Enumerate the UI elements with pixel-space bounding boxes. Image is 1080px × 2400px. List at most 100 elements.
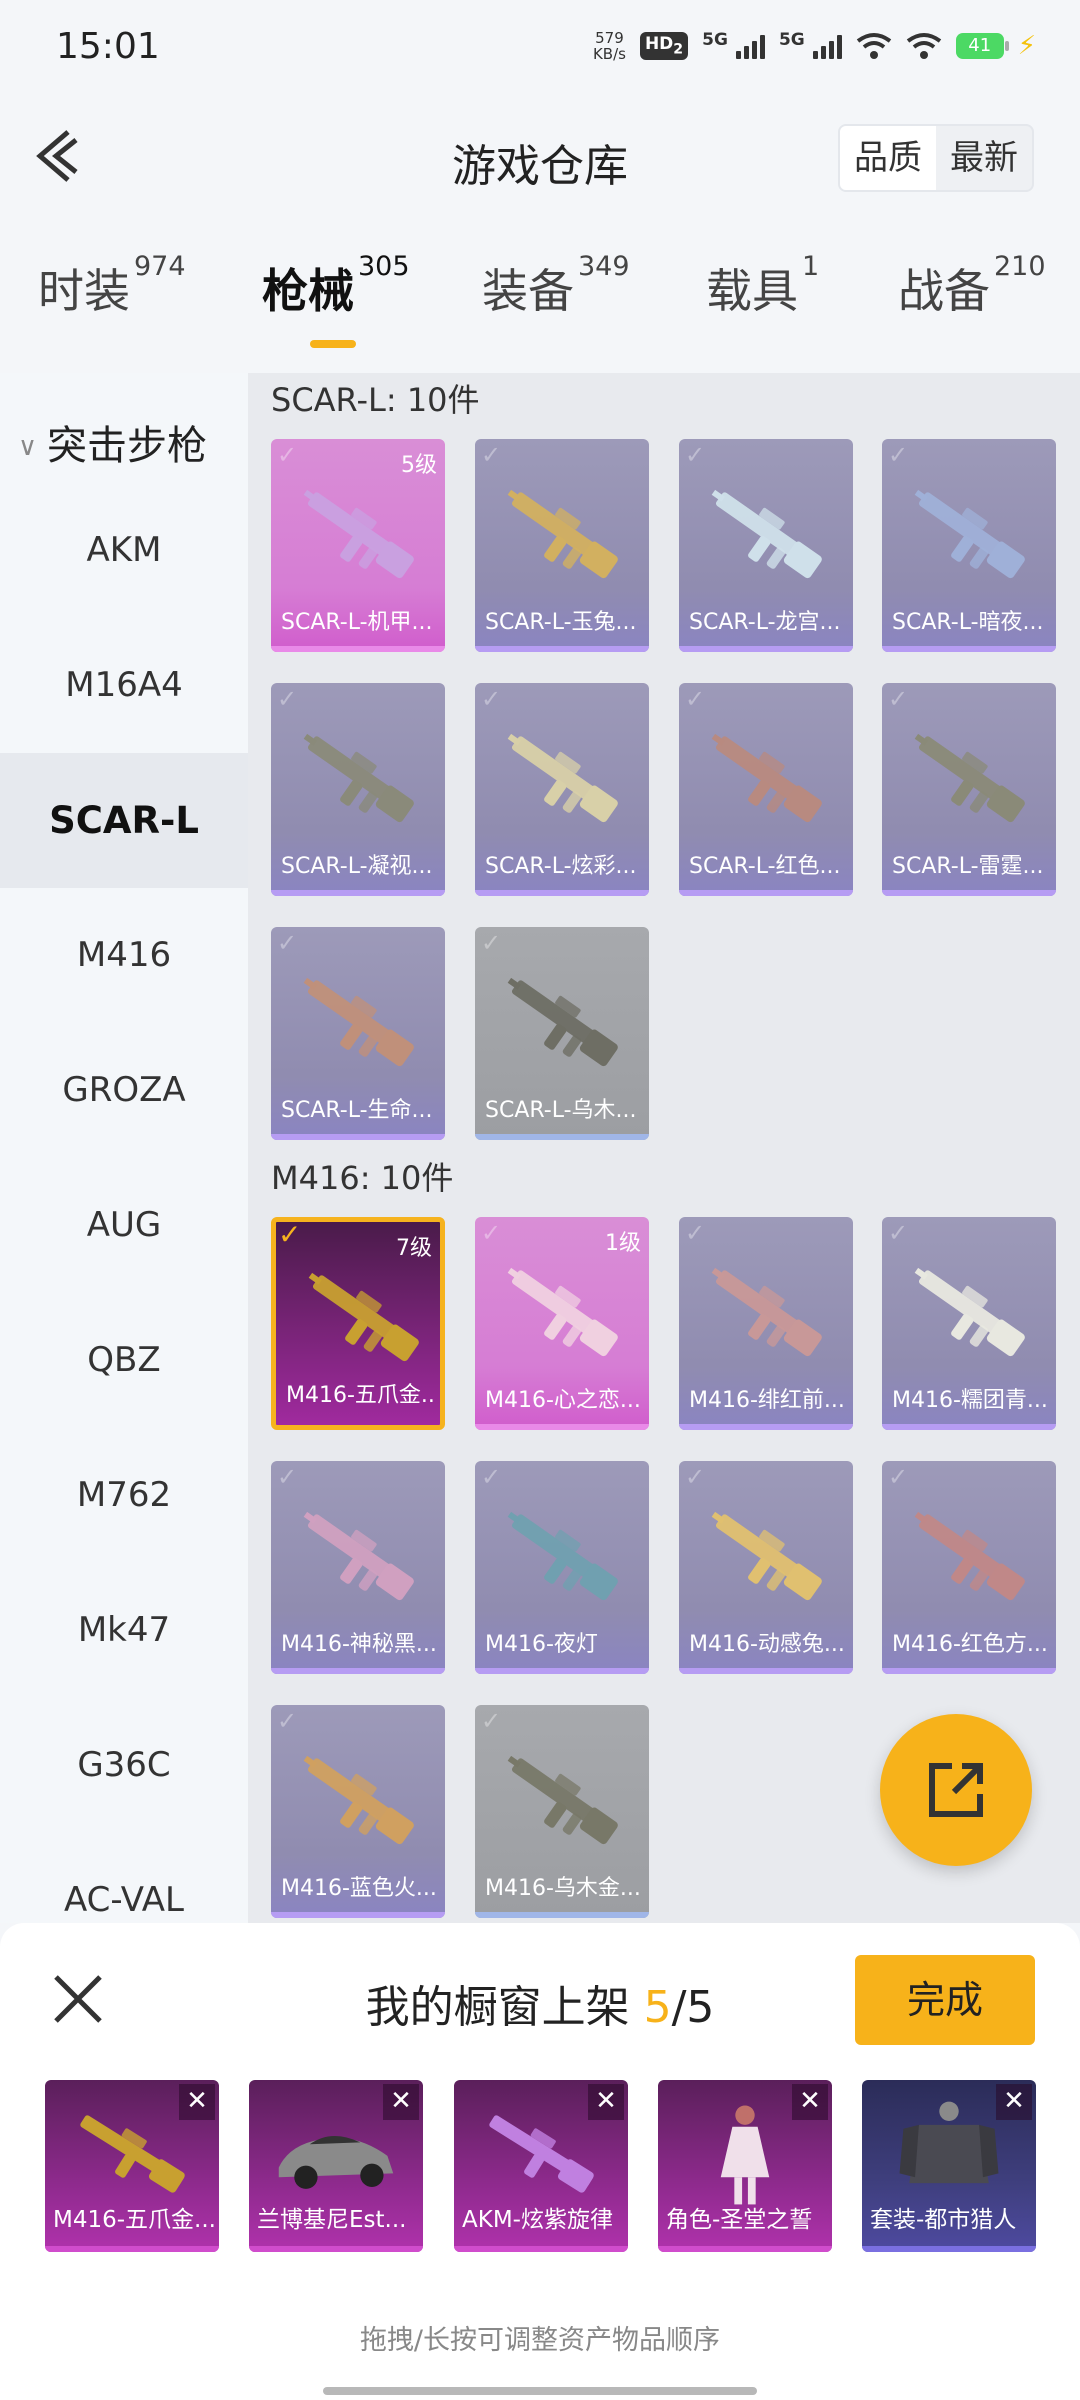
item-card[interactable]: ✓ M416-夜灯: [475, 1461, 649, 1674]
tab-fashion[interactable]: 时装 974: [38, 251, 186, 321]
car-icon: [278, 2135, 394, 2189]
gun-icon: [711, 489, 822, 579]
check-icon: ✓: [888, 1463, 909, 1491]
gun-icon: [308, 1272, 419, 1362]
item-label: M416-动感兔...: [689, 1632, 845, 1657]
tab-vehicles[interactable]: 载具 1: [706, 251, 819, 321]
sidebar-item-m16a4[interactable]: M16A4: [0, 618, 248, 753]
net-speed-unit: KB/s: [592, 45, 626, 63]
item-card[interactable]: ✓ M416-绯红前...: [679, 1217, 853, 1430]
rarity-bar: [475, 1134, 649, 1140]
remove-icon[interactable]: ✕: [383, 2084, 419, 2120]
gun-icon: [914, 733, 1025, 823]
remove-icon[interactable]: ✕: [588, 2084, 624, 2120]
item-card[interactable]: ✓ M416-蓝色火...: [271, 1705, 445, 1918]
item-card[interactable]: ✓ SCAR-L-雷霆...: [882, 683, 1056, 896]
item-card[interactable]: ✓ SCAR-L-龙宫...: [679, 439, 853, 652]
sidebar-item-scar-l[interactable]: SCAR-L: [0, 753, 248, 888]
item-card[interactable]: ✓ SCAR-L-玉兔...: [475, 439, 649, 652]
sort-latest-button[interactable]: 最新: [936, 126, 1032, 190]
item-card[interactable]: ✓ SCAR-L-生命...: [271, 927, 445, 1140]
item-card[interactable]: ✓ M416-动感兔...: [679, 1461, 853, 1674]
item-label: SCAR-L-雷霆...: [892, 854, 1044, 879]
showcase-item[interactable]: ✕ 兰博基尼Est...: [249, 2080, 423, 2252]
sidebar-item-qbz[interactable]: QBZ: [0, 1293, 248, 1428]
tab-count: 974: [134, 251, 186, 282]
done-button[interactable]: 完成: [855, 1955, 1035, 2045]
item-card[interactable]: ✓ 5级 SCAR-L-机甲...: [271, 439, 445, 652]
check-icon: ✓: [888, 685, 909, 713]
showcase-item[interactable]: ✕ M416-五爪金...: [45, 2080, 219, 2252]
tab-equipment[interactable]: 装备 349: [482, 251, 630, 321]
item-card[interactable]: ✓ SCAR-L-红色...: [679, 683, 853, 896]
header: 游戏仓库 品质 最新: [0, 100, 1080, 220]
sidebar-item-g36c[interactable]: G36C: [0, 1698, 248, 1833]
item-label: SCAR-L-凝视...: [281, 854, 433, 879]
sidebar-item-akm[interactable]: AKM: [0, 483, 248, 618]
sort-toggle[interactable]: 品质 最新: [838, 124, 1034, 192]
rarity-bar: [679, 1424, 853, 1430]
item-card[interactable]: ✓ SCAR-L-凝视...: [271, 683, 445, 896]
item-card[interactable]: ✓ 7级 M416-五爪金...: [271, 1217, 445, 1430]
reorder-hint: 拖拽/长按可调整资产物品顺序: [359, 2325, 721, 2356]
tab-label: 枪械: [262, 264, 354, 318]
showcase-item-label: M416-五爪金...: [53, 2207, 215, 2233]
category-tabs: 时装 974 枪械 305 装备 349 载具 1 战备 210: [0, 251, 1080, 355]
rarity-bar: [882, 1668, 1056, 1674]
item-card[interactable]: ✓ 1级 M416-心之恋...: [475, 1217, 649, 1430]
showcase-item[interactable]: ✕ AKM-炫紫旋律: [454, 2080, 628, 2252]
item-label: M416-糯团青...: [892, 1388, 1048, 1413]
check-icon: ✓: [481, 441, 502, 469]
item-card[interactable]: ✓ M416-红色方...: [882, 1461, 1056, 1674]
check-icon: ✓: [481, 1219, 502, 1247]
item-card[interactable]: ✓ SCAR-L-炫彩...: [475, 683, 649, 896]
chevron-down-icon: ∨: [18, 432, 38, 462]
showcase-item[interactable]: ✕ 套装-都市猎人: [862, 2080, 1036, 2252]
rarity-bar: [249, 2246, 423, 2252]
tab-battle-gear[interactable]: 战备 210: [898, 251, 1046, 321]
tab-count: 1: [802, 251, 820, 282]
sidebar-category[interactable]: ∨ 突击步枪: [18, 413, 207, 471]
status-icons: 579 KB/s HD2 5G 5G 41 ⚡: [593, 30, 1036, 62]
active-tab-indicator: [310, 340, 356, 348]
sidebar-item-aug[interactable]: AUG: [0, 1158, 248, 1293]
home-indicator: [323, 2387, 757, 2395]
sidebar-item-groza[interactable]: GROZA: [0, 1023, 248, 1158]
rarity-bar: [679, 1668, 853, 1674]
rarity-bar: [271, 1134, 445, 1140]
item-card[interactable]: ✓ M416-乌木金...: [475, 1705, 649, 1918]
sort-quality-button[interactable]: 品质: [840, 126, 936, 190]
section-header: SCAR-L: 10件: [271, 381, 480, 419]
check-icon: ✓: [481, 1463, 502, 1491]
item-card[interactable]: ✓ SCAR-L-暗夜...: [882, 439, 1056, 652]
sidebar-item-mk47[interactable]: Mk47: [0, 1563, 248, 1698]
rarity-bar: [271, 890, 445, 896]
item-label: M416-神秘黑...: [281, 1632, 437, 1657]
remove-icon[interactable]: ✕: [792, 2084, 828, 2120]
remove-icon[interactable]: ✕: [996, 2084, 1032, 2120]
gun-icon: [303, 1511, 414, 1601]
section-header: M416: 10件: [271, 1159, 454, 1197]
gun-icon: [507, 1511, 618, 1601]
item-label: M416-心之恋...: [485, 1388, 641, 1413]
remove-icon[interactable]: ✕: [179, 2084, 215, 2120]
item-level: 1级: [605, 1231, 641, 1256]
gun-icon: [303, 1755, 414, 1845]
item-label: SCAR-L-机甲...: [281, 610, 433, 635]
showcase-item-label: 套装-都市猎人: [870, 2207, 1017, 2233]
share-button[interactable]: [880, 1714, 1032, 1866]
tab-guns[interactable]: 枪械 305: [262, 251, 410, 321]
item-card[interactable]: ✓ SCAR-L-乌木...: [475, 927, 649, 1140]
outfit-icon: [899, 2101, 999, 2184]
item-card[interactable]: ✓ M416-糯团青...: [882, 1217, 1056, 1430]
item-label: SCAR-L-暗夜...: [892, 610, 1044, 635]
item-label: M416-乌木金...: [485, 1876, 641, 1901]
rarity-bar: [475, 1424, 649, 1430]
item-card[interactable]: ✓ M416-神秘黑...: [271, 1461, 445, 1674]
hd-sub: 2: [673, 41, 684, 58]
rarity-bar: [475, 1668, 649, 1674]
sidebar-item-m762[interactable]: M762: [0, 1428, 248, 1563]
sidebar-item-m416[interactable]: M416: [0, 888, 248, 1023]
showcase-item[interactable]: ✕ 角色-圣堂之誓: [658, 2080, 832, 2252]
tab-count: 305: [358, 251, 410, 282]
